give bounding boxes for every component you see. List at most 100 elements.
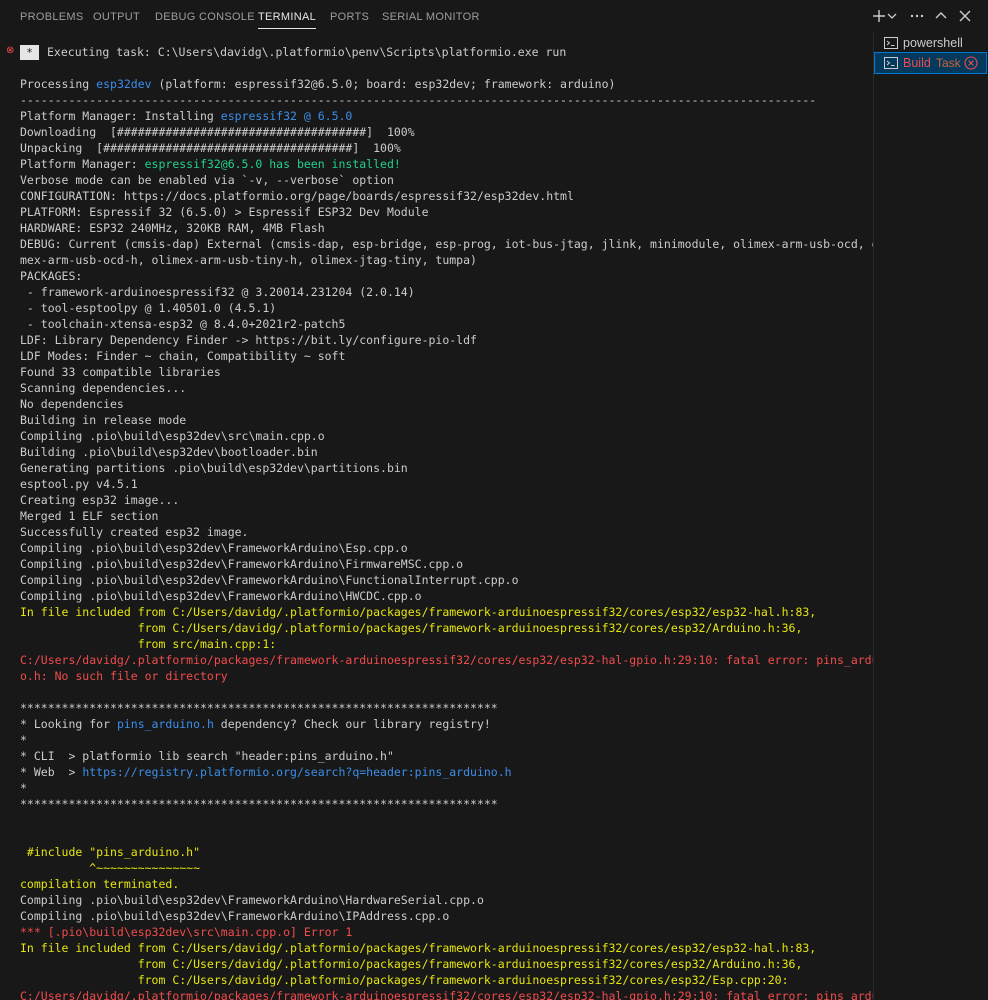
terminal-text: In file included from C:/Users/davidg/.p… <box>20 941 817 955</box>
terminal-text: compilation terminated. <box>20 877 180 891</box>
terminal-text: #include "pins_arduino.h" <box>20 845 201 859</box>
terminal-line: * <box>20 732 27 748</box>
terminal-line: Unpacking [#############################… <box>20 140 401 156</box>
terminal-line: - toolchain-xtensa-esp32 @ 8.4.0+2021r2-… <box>20 316 346 332</box>
terminal-line: C:/Users/davidg/.platformio/packages/fra… <box>20 988 873 1000</box>
terminal-line: Found 33 compatible libraries <box>20 364 221 380</box>
terminal-line: * Looking for pins_arduino.h dependency?… <box>20 716 491 732</box>
terminal-text: from C:/Users/davidg/.platformio/package… <box>20 973 789 987</box>
panel-tab-bar: PROBLEMS OUTPUT DEBUG CONSOLE TERMINAL P… <box>0 0 988 32</box>
terminal-text: Compiling .pio\build\esp32dev\FrameworkA… <box>20 909 450 923</box>
terminal-text: ^~~~~~~~~~~~~~~~ <box>20 861 201 875</box>
terminal-line: Compiling .pio\build\esp32dev\FrameworkA… <box>20 908 449 924</box>
terminal-text: esp32dev <box>96 77 152 91</box>
terminal-text: - tool-esptoolpy @ 1.40501.0 (4.5.1) <box>20 301 277 315</box>
terminal-text: * <box>20 733 27 747</box>
terminal-text: Processing <box>20 77 97 91</box>
terminal-text: Scanning dependencies... <box>20 381 187 395</box>
terminal-text: o.h: No such file or directory <box>20 669 228 683</box>
close-icon[interactable] <box>955 6 975 26</box>
terminal-line: Platform Manager: Installing espressif32… <box>20 108 352 124</box>
terminal-item-build-task[interactable]: Build Task <box>874 52 987 74</box>
terminal-line: Merged 1 ELF section <box>20 508 158 524</box>
terminal-text: ----------------------------------------… <box>20 93 817 107</box>
terminal-text: Compiling .pio\build\esp32dev\FrameworkA… <box>20 541 408 555</box>
terminal-line: #include "pins_arduino.h" <box>20 844 200 860</box>
terminal-text: Compiling .pio\build\esp32dev\FrameworkA… <box>20 589 422 603</box>
terminal-text: mex-arm-usb-ocd-h, olimex-arm-usb-tiny-h… <box>20 253 477 267</box>
terminal-text: PLATFORM: Espressif 32 (6.5.0) > Espress… <box>20 205 429 219</box>
terminal-text: esptool.py v4.5.1 <box>20 477 138 491</box>
terminal-text: * Looking for <box>20 717 117 731</box>
tab-serial-monitor[interactable]: SERIAL MONITOR <box>382 9 480 25</box>
terminal-text: CONFIGURATION: https://docs.platformio.o… <box>20 189 574 203</box>
terminal-line: from C:/Users/davidg/.platformio/package… <box>20 972 789 988</box>
terminal-line: LDF Modes: Finder ~ chain, Compatibility… <box>20 348 345 364</box>
terminal-line: Compiling .pio\build\esp32dev\FrameworkA… <box>20 540 408 556</box>
terminal-line: - framework-arduinoespressif32 @ 3.20014… <box>20 284 415 300</box>
terminal-line: No dependencies <box>20 396 124 412</box>
terminal-line: mex-arm-usb-ocd-h, olimex-arm-usb-tiny-h… <box>20 252 477 268</box>
terminal-line: Creating esp32 image... <box>20 492 179 508</box>
terminal-icon <box>884 36 898 50</box>
tab-debug-console[interactable]: DEBUG CONSOLE <box>155 9 255 25</box>
terminal-line: ----------------------------------------… <box>20 92 816 108</box>
terminal-item-powershell[interactable]: powershell <box>875 33 986 53</box>
terminal-text: Platform Manager: <box>20 157 145 171</box>
terminal-text: * <box>20 781 27 795</box>
terminal-text: - toolchain-xtensa-esp32 @ 8.4.0+2021r2-… <box>20 317 346 331</box>
terminal-line: from src/main.cpp:1: <box>20 636 277 652</box>
terminal-line: Scanning dependencies... <box>20 380 186 396</box>
terminal-line: HARDWARE: ESP32 240MHz, 320KB RAM, 4MB F… <box>20 220 325 236</box>
task-badge: * <box>20 45 39 60</box>
terminal-text: ****************************************… <box>20 701 498 715</box>
terminal-line: Compiling .pio\build\esp32dev\FrameworkA… <box>20 572 519 588</box>
terminal-line: Compiling .pio\build\esp32dev\FrameworkA… <box>20 588 422 604</box>
terminal-line: Compiling .pio\build\esp32dev\FrameworkA… <box>20 892 484 908</box>
terminal-text: C:/Users/davidg/.platformio/packages/fra… <box>20 653 873 667</box>
terminal-text: espressif32 @ 6.5.0 <box>220 109 353 123</box>
terminal-line: ****************************************… <box>20 700 498 716</box>
task-header-text: Executing task: C:\Users\davidg\.platfor… <box>47 45 567 59</box>
terminal-text: LDF: Library Dependency Finder -> https:… <box>20 333 477 347</box>
terminal-text: Platform Manager: Installing <box>20 109 221 123</box>
terminal-output[interactable]: ⊗ * Executing task: C:\Users\davidg\.pla… <box>0 32 873 1000</box>
terminal-text: *** [.pio\build\esp32dev\src\main.cpp.o]… <box>20 925 353 939</box>
terminal-text: Verbose mode can be enabled via `-v, --v… <box>20 173 394 187</box>
terminal-list: powershell Build Task <box>874 32 988 1000</box>
chevron-down-icon[interactable] <box>885 6 899 26</box>
terminal-text: PACKAGES: <box>20 269 83 283</box>
chevron-up-icon[interactable] <box>931 6 951 26</box>
terminal-text: from C:/Users/davidg/.platformio/package… <box>20 957 803 971</box>
terminal-text: In file included from C:/Users/davidg/.p… <box>20 605 817 619</box>
terminal-line: ****************************************… <box>20 796 498 812</box>
terminal-text: Unpacking [#############################… <box>20 141 401 155</box>
terminal-line: Compiling .pio\build\esp32dev\FrameworkA… <box>20 556 463 572</box>
terminal-line: ^~~~~~~~~~~~~~~~ <box>20 860 200 876</box>
terminal-text: No dependencies <box>20 397 124 411</box>
terminal-line: Generating partitions .pio\build\esp32de… <box>20 460 408 476</box>
ellipsis-icon[interactable] <box>907 6 927 26</box>
tab-problems[interactable]: PROBLEMS <box>20 9 84 25</box>
terminal-text: Compiling .pio\build\esp32dev\src\main.c… <box>20 429 325 443</box>
tab-output[interactable]: OUTPUT <box>93 9 140 25</box>
terminal-line: *** [.pio\build\esp32dev\src\main.cpp.o]… <box>20 924 352 940</box>
terminal-text: from src/main.cpp:1: <box>20 637 277 651</box>
terminal-line: * <box>20 780 27 796</box>
terminal-line: compilation terminated. <box>20 876 179 892</box>
tab-terminal[interactable]: TERMINAL <box>258 9 317 29</box>
terminal-text: Downloading [###########################… <box>20 125 415 139</box>
tab-ports[interactable]: PORTS <box>330 9 369 25</box>
terminal-line: Verbose mode can be enabled via `-v, --v… <box>20 172 394 188</box>
terminal-text: Building in release mode <box>20 413 187 427</box>
terminal-text: Generating partitions .pio\build\esp32de… <box>20 461 408 475</box>
terminal-line: * Web > https://registry.platformio.org/… <box>20 764 512 780</box>
terminal-text: pins_arduino.h <box>116 717 214 731</box>
terminal-text: Compiling .pio\build\esp32dev\FrameworkA… <box>20 557 464 571</box>
terminal-line: Successfully created esp32 image. <box>20 524 248 540</box>
terminal-line: Processing esp32dev (platform: espressif… <box>20 76 615 92</box>
terminal-line: LDF: Library Dependency Finder -> https:… <box>20 332 477 348</box>
terminal-line: Compiling .pio\build\esp32dev\src\main.c… <box>20 428 325 444</box>
terminal-text: Creating esp32 image... <box>20 493 180 507</box>
terminal-text: * CLI > platformio lib search "header:pi… <box>20 749 394 763</box>
